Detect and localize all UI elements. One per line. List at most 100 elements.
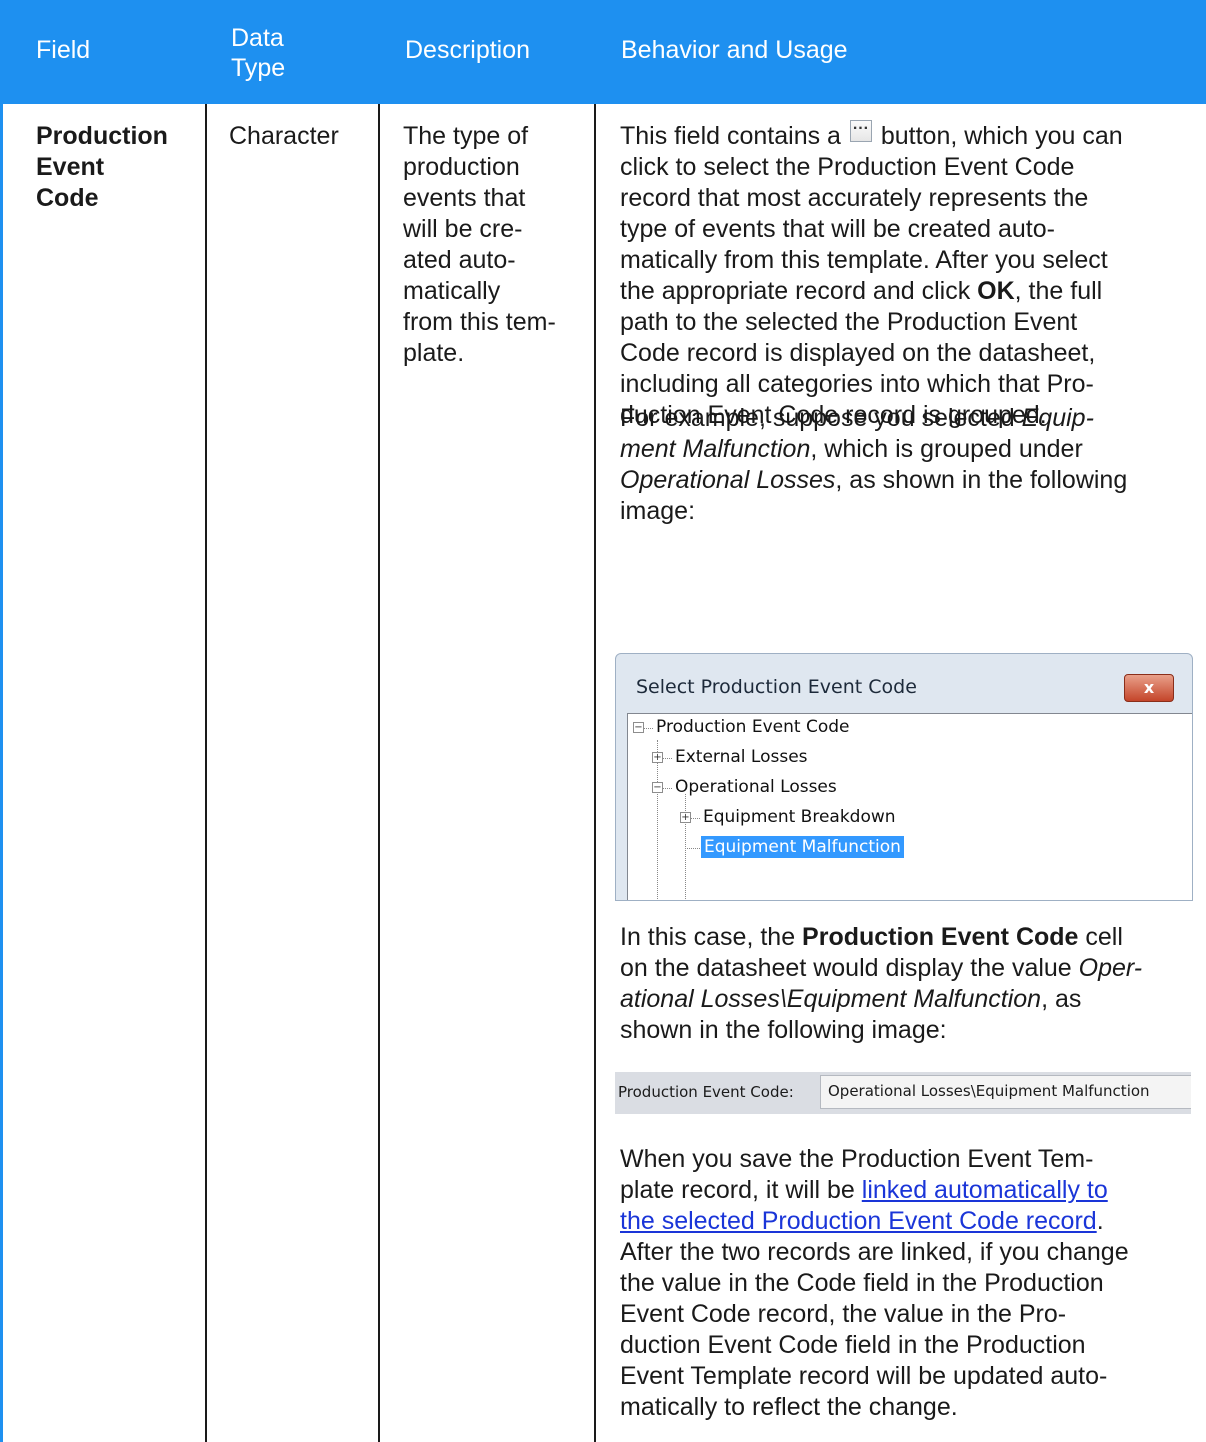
- behavior-line: ational Losses\Equipment Malfunction, as: [620, 984, 1195, 1015]
- behavior-text: on the datasheet would display the value: [620, 954, 1079, 982]
- column-divider: [205, 104, 207, 1442]
- behavior-line: type of events that will be created auto…: [620, 215, 1055, 243]
- behavior-paragraph-2: For example, suppose you selected Equip-…: [620, 403, 1195, 527]
- behavior-text: cell: [1078, 923, 1123, 951]
- behavior-line: Event Code record, the value in the Pro-: [620, 1300, 1067, 1328]
- field-name-line: Production: [36, 122, 168, 150]
- description-line: The type of: [403, 122, 529, 150]
- select-code-dialog: Select Production Event Code x − Product…: [615, 653, 1193, 901]
- behavior-bold: Production Event Code: [802, 923, 1079, 951]
- tree-node-external-losses[interactable]: External Losses: [675, 747, 808, 767]
- description-line: plate.: [403, 339, 465, 367]
- close-icon[interactable]: x: [1124, 674, 1174, 702]
- datasheet-field-strip: Production Event Code: Operational Losse…: [615, 1072, 1191, 1114]
- collapse-icon[interactable]: −: [633, 722, 644, 733]
- behavior-line: plate record, it will be linked automati…: [620, 1175, 1195, 1206]
- behavior-line: image:: [620, 497, 696, 525]
- tree-node-equipment-malfunction[interactable]: Equipment Malfunction: [701, 836, 904, 858]
- behavior-text: the appropriate record and click: [620, 277, 978, 305]
- behavior-line: For example, suppose you selected Equip-: [620, 403, 1195, 434]
- behavior-line: the value in the Code field in the Produ…: [620, 1269, 1104, 1297]
- description-line: events that: [403, 184, 526, 212]
- behavior-line: record that most accurately represents t…: [620, 184, 1089, 212]
- dialog-title: Select Production Event Code: [636, 676, 917, 698]
- behavior-text: , the full: [1014, 277, 1103, 305]
- tree-node-equipment-breakdown[interactable]: Equipment Breakdown: [703, 807, 896, 827]
- behavior-line: shown in the following image:: [620, 1016, 947, 1044]
- description-cell: The type of production events that will …: [403, 121, 583, 369]
- behavior-line: path to the selected the Production Even…: [620, 308, 1078, 336]
- linked-automatically-link[interactable]: linked automatically to: [862, 1176, 1108, 1204]
- data-type-cell: Character: [229, 122, 339, 150]
- behavior-text: For example, suppose you selected: [620, 404, 1022, 432]
- ok-label: OK: [977, 277, 1015, 305]
- behavior-line: matically to reflect the change.: [620, 1393, 958, 1421]
- field-table: Field Data Type Description Behavior and…: [0, 0, 1206, 1442]
- description-line: from this tem-: [403, 308, 556, 336]
- behavior-text: .: [1096, 1207, 1104, 1235]
- behavior-line: matically from this template. After you …: [620, 246, 1108, 274]
- tree-connector: [657, 794, 658, 900]
- behavior-line: After the two records are linked, if you…: [620, 1238, 1129, 1266]
- column-divider: [594, 104, 596, 1442]
- tree-connector: [685, 848, 700, 849]
- behavior-line: on the datasheet would display the value…: [620, 953, 1195, 984]
- behavior-text: In this case, the: [620, 923, 803, 951]
- behavior-line: ment Malfunction, which is grouped under: [620, 434, 1195, 465]
- behavior-text: This field contains a: [620, 122, 841, 150]
- ellipsis-button-icon: [849, 113, 872, 144]
- header-data-type-line1: Data: [231, 24, 284, 52]
- column-divider: [378, 104, 380, 1442]
- behavior-italic: ational Losses\Equipment Malfunction: [620, 985, 1042, 1013]
- header-behavior: Behavior and Usage: [621, 36, 848, 64]
- behavior-line: When you save the Production Event Tem-: [620, 1145, 1094, 1173]
- behavior-text: , as: [1041, 985, 1082, 1013]
- behavior-line: the appropriate record and click OK, the…: [620, 276, 1195, 307]
- behavior-text: plate record, it will be: [620, 1176, 862, 1204]
- description-line: matically: [403, 277, 501, 305]
- tree-connector: [691, 818, 700, 819]
- table-header: Field Data Type Description Behavior and…: [0, 0, 1206, 104]
- behavior-line: Operational Losses, as shown in the foll…: [620, 465, 1195, 496]
- behavior-paragraph-3: In this case, the Production Event Code …: [620, 922, 1195, 1046]
- behavior-text: , which is grouped under: [810, 435, 1083, 463]
- behavior-italic: Oper-: [1078, 954, 1143, 982]
- field-strip-label: Production Event Code:: [618, 1083, 794, 1101]
- behavior-line: duction Event Code field in the Producti…: [620, 1331, 1086, 1359]
- tree-node-root[interactable]: Production Event Code: [656, 717, 849, 737]
- header-description: Description: [405, 36, 531, 64]
- description-line: ated auto-: [403, 246, 516, 274]
- behavior-line: including all categories into which that…: [620, 370, 1094, 398]
- behavior-line: Code record is displayed on the datashee…: [620, 339, 1096, 367]
- behavior-line: the selected Production Event Code recor…: [620, 1206, 1195, 1237]
- field-name-line: Event: [36, 153, 105, 181]
- behavior-italic: Operational Losses: [620, 466, 836, 494]
- behavior-paragraph-4: When you save the Production Event Tem- …: [620, 1144, 1195, 1423]
- field-strip-value[interactable]: Operational Losses\Equipment Malfunction: [820, 1075, 1191, 1109]
- tree-connector: [663, 788, 672, 789]
- tree-connector: [644, 728, 653, 729]
- description-line: production: [403, 153, 520, 181]
- field-name-cell: Production Event Code: [36, 121, 196, 214]
- header-data-type-line2: Type: [231, 54, 286, 82]
- behavior-text: button, which you can: [880, 122, 1123, 150]
- expand-icon[interactable]: +: [680, 812, 691, 823]
- behavior-italic: ment Malfunction: [620, 435, 811, 463]
- behavior-italic: Equip-: [1021, 404, 1094, 432]
- code-tree: − Production Event Code + External Losse…: [627, 713, 1192, 900]
- header-data-type: Data Type: [231, 23, 285, 83]
- expand-icon[interactable]: +: [652, 752, 663, 763]
- tree-connector: [663, 758, 672, 759]
- linked-automatically-link[interactable]: the selected Production Event Code recor…: [620, 1207, 1097, 1235]
- header-field: Field: [36, 36, 91, 64]
- tree-node-operational-losses[interactable]: Operational Losses: [675, 777, 837, 797]
- behavior-paragraph-1: This field contains a button, which you …: [620, 113, 1195, 431]
- table-left-border: [0, 104, 3, 1442]
- behavior-first-line: This field contains a button, which you …: [620, 113, 1123, 152]
- behavior-text: , as shown in the following: [835, 466, 1128, 494]
- description-line: will be cre-: [403, 215, 523, 243]
- collapse-icon[interactable]: −: [652, 782, 663, 793]
- behavior-line: click to select the Production Event Cod…: [620, 153, 1075, 181]
- field-name-line: Code: [36, 184, 99, 212]
- tree-connector: [657, 740, 658, 786]
